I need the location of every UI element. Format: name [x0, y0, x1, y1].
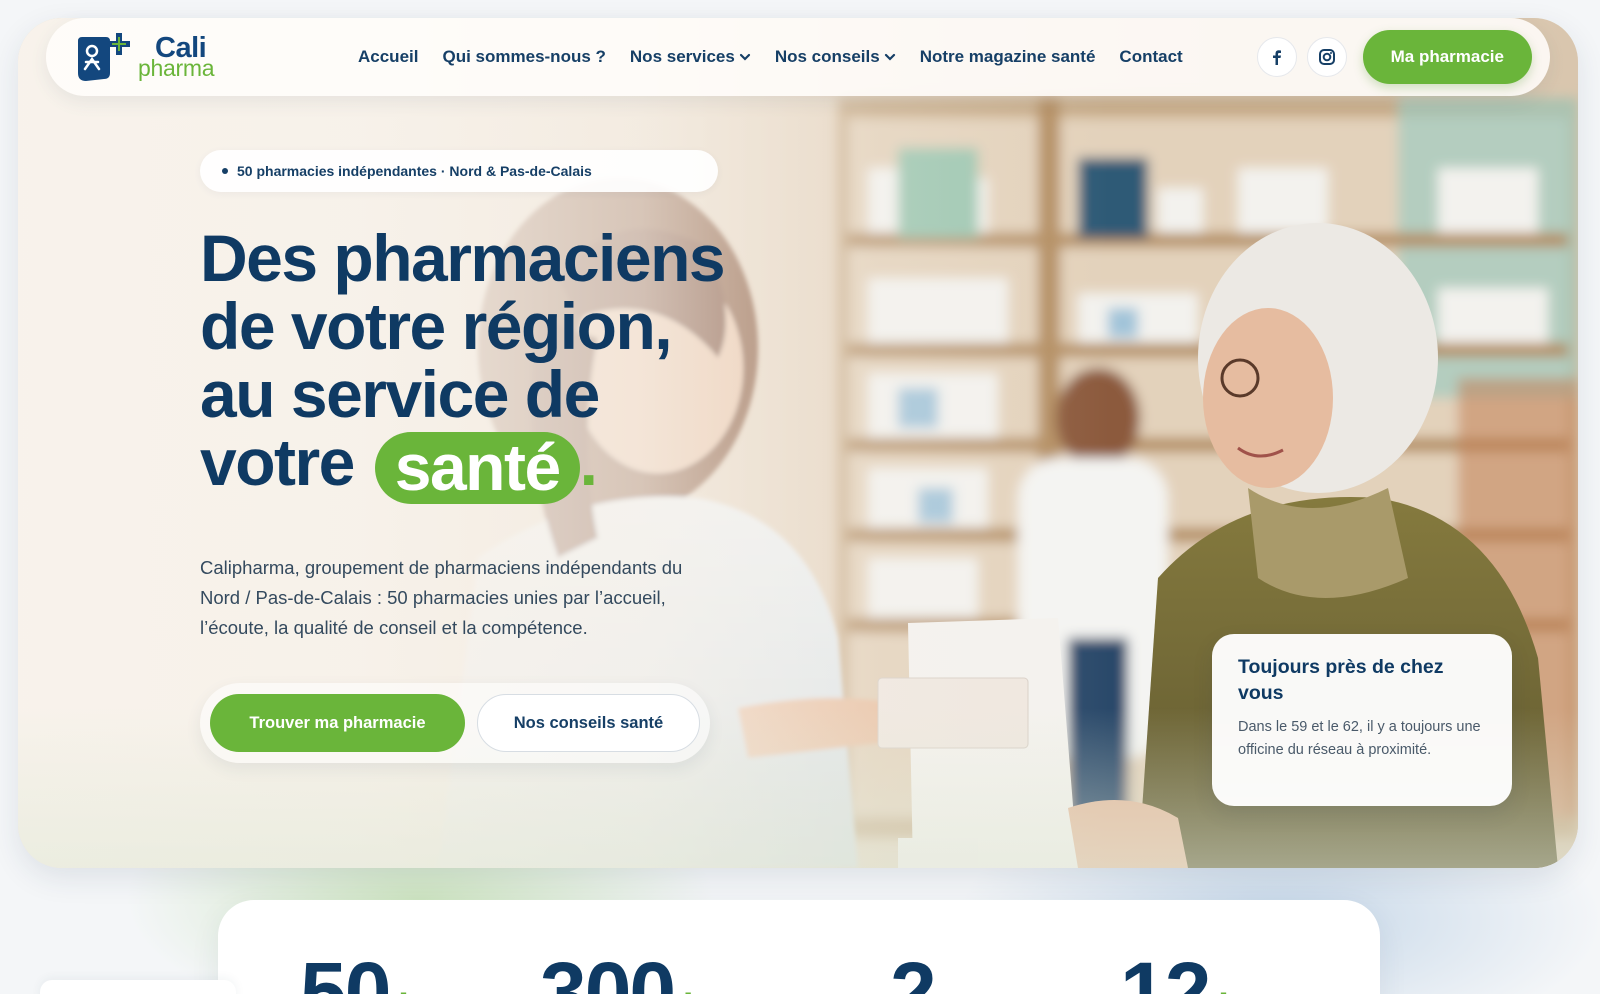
- nav-links: Accueil Qui sommes-nous ? Nos services N…: [358, 47, 1207, 67]
- hero-headline: Des pharmaciens de votre région, au serv…: [200, 224, 820, 504]
- instagram-icon: [1318, 49, 1335, 65]
- eyebrow-text: 50 pharmacies indépendantes · Nord & Pas…: [237, 163, 592, 179]
- nav-right: Ma pharmacie: [1256, 30, 1532, 84]
- stat-plus: +: [674, 979, 702, 994]
- stat-item: 12+: [1120, 950, 1237, 994]
- headline-line-1: Des pharmaciens: [200, 221, 726, 295]
- stat-value: 50: [300, 945, 391, 994]
- nos-conseils-sante-button[interactable]: Nos conseils santé: [476, 694, 700, 752]
- info-card-text: Dans le 59 et le 62, il y a toujours une…: [1238, 719, 1481, 758]
- nav-item-nos-conseils[interactable]: Nos conseils: [775, 47, 896, 67]
- facebook-button[interactable]: [1256, 37, 1297, 77]
- trouver-ma-pharmacie-button[interactable]: Trouver ma pharmacie: [210, 694, 465, 752]
- hero-cta-group: Trouver ma pharmacie Nos conseils santé: [200, 683, 710, 763]
- main-navbar: Cali pharma Accueil Qui sommes-nous ? No…: [46, 18, 1550, 96]
- nav-item-contact[interactable]: Contact: [1119, 47, 1182, 67]
- nav-item-magazine-sante[interactable]: Notre magazine santé: [920, 47, 1096, 67]
- stat-value: 12: [1120, 945, 1211, 994]
- nav-item-label: Qui sommes-nous ?: [442, 47, 606, 66]
- nav-item-label: Contact: [1119, 47, 1183, 66]
- headline-line-4: votre santé.: [200, 428, 820, 504]
- headline-votre: votre: [200, 425, 355, 499]
- hero-lead-text: Calipharma, groupement de pharmaciens in…: [200, 557, 683, 638]
- nav-item-nos-services[interactable]: Nos services: [630, 47, 751, 67]
- headline-highlight-sante: santé: [374, 431, 580, 504]
- nav-item-accueil[interactable]: Accueil: [358, 47, 418, 67]
- side-card-peek: [40, 980, 236, 994]
- logo-mark-icon: [78, 33, 130, 81]
- logo-text-pharma: pharma: [138, 55, 215, 81]
- headline-line-3: au service de: [200, 357, 600, 431]
- nav-item-label: Accueil: [358, 47, 419, 66]
- instagram-button[interactable]: [1306, 37, 1347, 77]
- proximity-info-card: Toujours près de chez vous Dans le 59 et…: [1212, 634, 1512, 806]
- stat-plus: +: [389, 979, 417, 994]
- headline-line-2: de votre région,: [200, 289, 673, 363]
- facebook-icon: [1272, 50, 1281, 65]
- hero-eyebrow-badge: 50 pharmacies indépendantes · Nord & Pas…: [200, 150, 718, 192]
- chevron-down-icon: [739, 53, 750, 61]
- chevron-down-icon: [884, 53, 895, 61]
- stats-strip: 50+ 300+ 2 12+: [218, 900, 1380, 994]
- nav-item-label: Nos conseils: [774, 47, 880, 66]
- stat-item: 2: [890, 950, 937, 994]
- stat-plus: +: [1209, 979, 1237, 994]
- info-card-title: Toujours près de chez vous: [1238, 656, 1444, 704]
- nav-item-qui-sommes-nous[interactable]: Qui sommes-nous ?: [442, 47, 605, 67]
- stat-value: 2: [890, 945, 937, 994]
- headline-period: .: [579, 425, 598, 499]
- stat-item: 50+: [300, 950, 417, 994]
- stat-item: 300+: [540, 950, 702, 994]
- stat-value: 300: [540, 945, 676, 994]
- nav-item-label: Notre magazine santé: [919, 47, 1096, 66]
- ma-pharmacie-button[interactable]: Ma pharmacie: [1362, 30, 1532, 84]
- calipharma-logo[interactable]: Cali pharma: [72, 27, 272, 87]
- nav-item-label: Nos services: [629, 47, 735, 66]
- bullet-dot-icon: [222, 168, 228, 174]
